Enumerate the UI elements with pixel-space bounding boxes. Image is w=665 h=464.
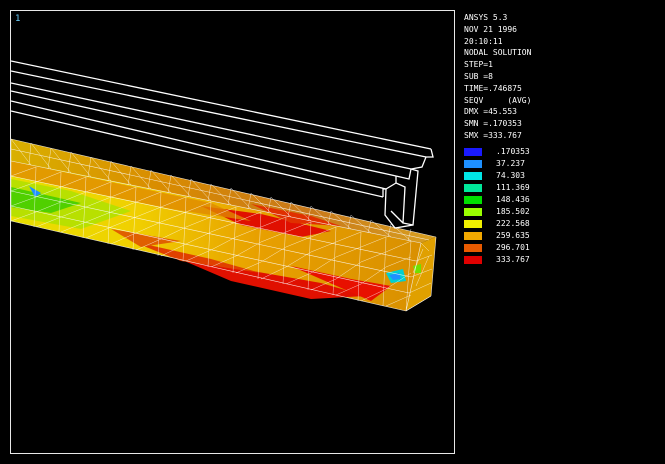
legend-swatch	[464, 220, 482, 228]
legend-value: 185.502	[496, 207, 530, 216]
legend-entry: 74.303	[464, 170, 659, 182]
legend-entry: 222.568	[464, 218, 659, 230]
legend-value: 74.303	[496, 171, 525, 180]
legend-swatch	[464, 184, 482, 192]
info-line: DMX =45.553	[464, 107, 517, 117]
legend-entry: 296.701	[464, 242, 659, 254]
info-line: ANSYS 5.3	[464, 13, 508, 22]
legend-entry: 185.502	[464, 206, 659, 218]
legend-swatch	[464, 232, 482, 240]
graphics-viewport[interactable]: 1	[10, 10, 455, 454]
legend-entry: 37.237	[464, 158, 659, 170]
legend-swatch	[464, 208, 482, 216]
info-line: SUB =8	[464, 71, 493, 81]
info-line: SMN =.170353	[464, 119, 522, 129]
fe-model-plot	[11, 60, 437, 312]
info-line: NOV 21 1996	[464, 24, 517, 34]
contour-legend: .170353 37.237 74.303 111.369 148.436 185.502…	[464, 146, 659, 266]
info-line: SMX =333.767	[464, 130, 522, 140]
legend-swatch	[464, 160, 482, 168]
legend-swatch	[464, 244, 482, 252]
legend-value: .170353	[496, 147, 530, 156]
info-line: SEQV (AVG)	[464, 95, 532, 105]
stress-contour-body	[11, 138, 437, 312]
legend-swatch	[464, 172, 482, 180]
legend-swatch	[464, 256, 482, 264]
info-line: 20:10:11	[464, 36, 503, 46]
legend-swatch	[464, 148, 482, 156]
info-line: NODAL SOLUTION	[464, 48, 532, 58]
legend-value: 296.701	[496, 243, 530, 252]
ansys-graphics-window: 1 ANSYS 5.3 NOV 21 1996 20:10:11 NODAL S…	[0, 0, 665, 464]
info-line: TIME=.746875	[464, 83, 522, 93]
legend-entry: 259.635	[464, 230, 659, 242]
legend-value: 148.436	[496, 195, 530, 204]
legend-value: 333.767	[496, 255, 530, 264]
legend-value: 222.568	[496, 219, 530, 228]
legend-value: 111.369	[496, 183, 530, 192]
legend-entry: 333.767	[464, 254, 659, 266]
legend-entry: 148.436	[464, 194, 659, 206]
legend-entry: .170353	[464, 146, 659, 158]
legend-entry: 111.369	[464, 182, 659, 194]
legend-value: 259.635	[496, 231, 530, 240]
solution-info-panel: ANSYS 5.3 NOV 21 1996 20:10:11 NODAL SOLUTI…	[464, 12, 659, 142]
legend-value: 37.237	[496, 159, 525, 168]
legend-swatch	[464, 196, 482, 204]
info-line: STEP=1	[464, 60, 493, 70]
